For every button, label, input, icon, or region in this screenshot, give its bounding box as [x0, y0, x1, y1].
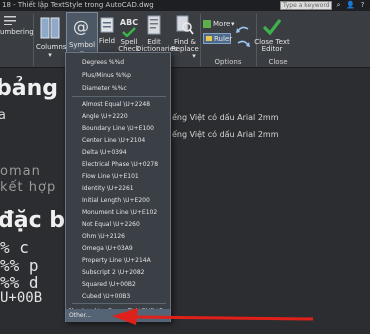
numbering-icon[interactable] — [4, 15, 16, 25]
options-panel-label: Options — [214, 58, 242, 66]
panel-separator — [33, 14, 34, 66]
find-replace-button[interactable]: Find & Replace — [170, 39, 200, 53]
drawing-text-ket-hop[interactable]: kết hợp — [0, 180, 56, 195]
edit-dictionaries-button[interactable]: Edit Dictionaries — [136, 39, 178, 53]
symbol-label: Symbol — [68, 41, 96, 49]
field-icon[interactable] — [100, 17, 114, 33]
close-panel-label: Close — [268, 58, 288, 66]
menu-item-diameter[interactable]: Diameter %%c — [66, 82, 170, 95]
at-symbol-icon: @ — [73, 17, 89, 36]
close-text-editor-button[interactable]: Close Text Editor — [250, 39, 294, 53]
menu-item-plus-minus[interactable]: Plus/Minus %%p — [66, 69, 170, 82]
drawing-code-1[interactable]: % c — [0, 238, 29, 257]
search-input[interactable]: Type a keyword or phrase — [280, 1, 332, 10]
autocad-window: { "title_bar": { "title": "18 - Thiết lậ… — [0, 0, 370, 334]
columns-icon[interactable] — [40, 17, 60, 39]
ruler-icon — [206, 36, 212, 41]
drawing-code-4[interactable]: U+00B — [0, 290, 42, 306]
menu-separator — [72, 96, 166, 97]
chevron-down-icon[interactable]: ▾ — [190, 52, 198, 60]
menu-item-degrees[interactable]: Degrees %%d — [66, 56, 170, 69]
more-icon — [203, 20, 211, 28]
abc-icon: ABC — [119, 18, 139, 27]
dictionary-icon[interactable] — [146, 15, 162, 35]
numbering-button[interactable]: umbering — [0, 28, 34, 36]
drawing-text-line2[interactable]: a — [0, 108, 6, 123]
help-icon[interactable]: ? — [358, 1, 367, 10]
ruler-toggle[interactable]: Ruler — [203, 33, 232, 44]
checkmark-icon — [122, 27, 136, 37]
chevron-down-icon[interactable]: ▾ — [46, 51, 54, 59]
columns-button[interactable]: Columns — [36, 43, 66, 51]
symbol-menu: Degrees %%d Plus/Minus %%p Diameter %%c … — [65, 52, 171, 322]
more-button[interactable]: More ▾ — [203, 19, 235, 30]
window-title: 18 - Thiết lập TextStyle trong AutoCAD.d… — [2, 1, 154, 9]
annotation-arrow — [112, 308, 314, 325]
field-button[interactable]: Field — [98, 37, 116, 45]
drawing-text-right-1[interactable]: ếng Việt có dấu Arial 2mm — [172, 113, 279, 122]
drawing-canvas[interactable]: bảng m a ếng Việt có dấu Arial 2mm ếng V… — [0, 68, 370, 334]
search-icon[interactable]: ⌕ — [334, 1, 343, 10]
redo-icon[interactable] — [236, 34, 250, 47]
drawing-text-oman[interactable]: oman — [0, 164, 41, 179]
undo-icon[interactable] — [236, 20, 250, 33]
user-icon[interactable]: 👤 — [346, 1, 355, 10]
drawing-text-right-2[interactable]: ếng Việt có dấu Arial 2mm — [172, 130, 279, 139]
find-replace-icon[interactable] — [176, 15, 194, 35]
close-text-editor-icon[interactable] — [262, 17, 282, 37]
ribbon: umbering Columns ▾ @ Symbol ▾ Field ABC … — [0, 11, 370, 68]
